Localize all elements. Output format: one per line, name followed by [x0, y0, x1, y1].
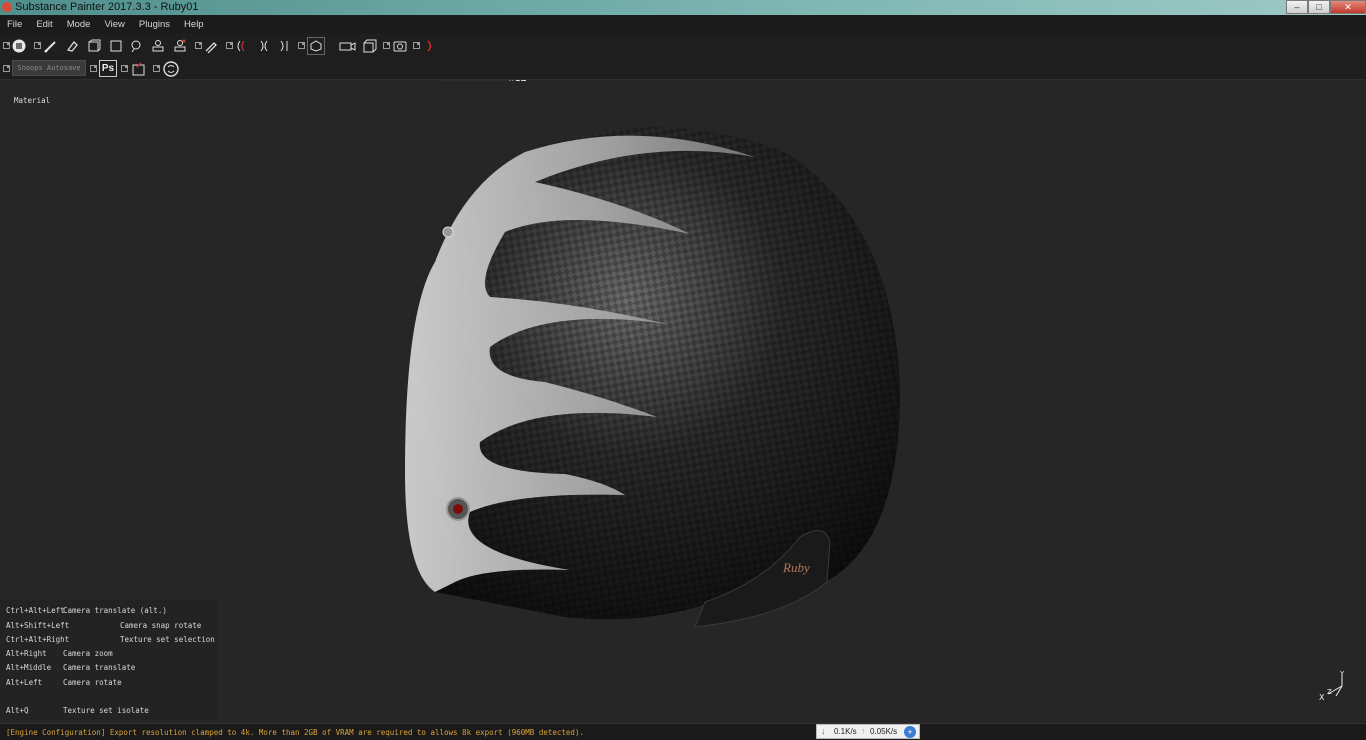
substance-share-icon[interactable] [162, 60, 180, 78]
menu-mode[interactable]: Mode [60, 15, 98, 34]
viewport-mode-label: Material [14, 96, 51, 105]
shortcut-action: Camera translate (alt.) [63, 606, 167, 615]
network-monitor-icon[interactable]: + [904, 726, 916, 738]
minimize-button[interactable]: – [1286, 0, 1308, 14]
menu-edit[interactable]: Edit [29, 15, 59, 34]
display-mode-icon[interactable] [362, 38, 378, 54]
shortcut-keys: Alt+Left [6, 678, 43, 687]
autosave-button[interactable]: Snoops Autosave [12, 60, 86, 76]
smudge-icon[interactable] [128, 38, 144, 54]
menu-file[interactable]: File [0, 15, 29, 34]
status-bar: [Engine Configuration] Export resolution… [0, 723, 1366, 740]
shortcut-action: Camera zoom [63, 649, 113, 658]
maximize-button[interactable]: □ [1308, 0, 1330, 14]
polygon-fill-icon[interactable] [108, 38, 124, 54]
tools-toolbar: 8 [0, 34, 1366, 86]
shortcut-keys: Alt+Shift+Left [6, 621, 70, 630]
symmetry-radial-icon[interactable] [276, 38, 292, 54]
eraser-icon[interactable] [64, 38, 80, 54]
detach-icon[interactable] [34, 42, 41, 49]
status-message: [Engine Configuration] Export resolution… [6, 728, 584, 737]
photoshop-export-button[interactable]: Ps [99, 60, 117, 77]
screenshot-icon[interactable] [392, 38, 408, 54]
symmetry-left-icon[interactable] [234, 38, 250, 54]
shortcuts-panel [0, 600, 218, 720]
shortcut-keys: Ctrl+Alt+Right [6, 635, 70, 644]
download-speed: 0.1K/s [834, 727, 857, 736]
helmet-logo: Ruby [782, 560, 810, 575]
shortcut-keys: Ctrl+Alt+Left [6, 606, 65, 615]
plugins-toolbar [0, 58, 1366, 80]
network-speed-widget: ↓ 0.1K/s ↑ 0.05K/s + [816, 724, 920, 739]
title-bar: Substance Painter 2017.3.3 - Ruby01 – □ … [0, 0, 1366, 15]
shortcut-keys: Alt+Right [6, 649, 47, 658]
detach-icon[interactable] [383, 42, 390, 49]
detach-icon[interactable] [226, 42, 233, 49]
shortcut-keys: Alt+Middle [6, 663, 52, 672]
detach-icon[interactable] [121, 65, 128, 72]
app-icon [2, 2, 12, 12]
detach-icon[interactable] [413, 42, 420, 49]
menu-help[interactable]: Help [177, 15, 211, 34]
camera-settings-icon[interactable] [338, 38, 358, 54]
projection-icon[interactable] [86, 38, 102, 54]
shortcut-action: Camera snap rotate [120, 621, 202, 630]
shortcut-action: Texture set isolate [63, 706, 149, 715]
menu-view[interactable]: View [97, 15, 131, 34]
detach-icon[interactable] [3, 42, 10, 49]
shortcut-action: Camera translate [63, 663, 136, 672]
menu-plugins[interactable]: Plugins [132, 15, 177, 34]
shortcut-keys: Alt+Q [6, 706, 29, 715]
window-title: Substance Painter 2017.3.3 - Ruby01 [15, 1, 199, 13]
paint-brush-icon[interactable] [43, 38, 59, 54]
shortcut-action: Camera rotate [63, 678, 122, 687]
detach-icon[interactable] [3, 65, 10, 72]
detach-icon[interactable] [298, 42, 305, 49]
axis-z-label: Z [1327, 688, 1332, 696]
substance-logo-icon[interactable] [11, 38, 27, 54]
clone-stamp-icon[interactable] [150, 38, 166, 54]
color-picker-icon[interactable] [203, 38, 219, 54]
upload-arrow-icon: ↑ [861, 726, 866, 736]
helmet-model[interactable]: Ruby [395, 112, 910, 637]
brush-size-icon[interactable] [423, 38, 437, 54]
export-textures-icon[interactable] [130, 60, 148, 78]
close-button[interactable]: ✕ [1330, 0, 1366, 14]
camera-view-icon[interactable] [307, 37, 325, 55]
axis-y-label: Y [1339, 670, 1345, 678]
shortcut-action: Texture set selection [120, 635, 215, 644]
detach-icon[interactable] [195, 42, 202, 49]
download-arrow-icon: ↓ [821, 726, 826, 736]
detach-icon[interactable] [153, 65, 160, 72]
material-picker-icon[interactable] [172, 38, 188, 54]
axis-x-label: X [1319, 693, 1325, 702]
detach-icon[interactable] [90, 65, 97, 72]
symmetry-mirror-icon[interactable] [256, 38, 272, 54]
window-controls: – □ ✕ [1286, 0, 1366, 14]
axis-gizmo: Y Z X [1319, 670, 1345, 702]
menu-bar: File Edit Mode View Plugins Help [0, 15, 1366, 34]
upload-speed: 0.05K/s [870, 727, 898, 736]
